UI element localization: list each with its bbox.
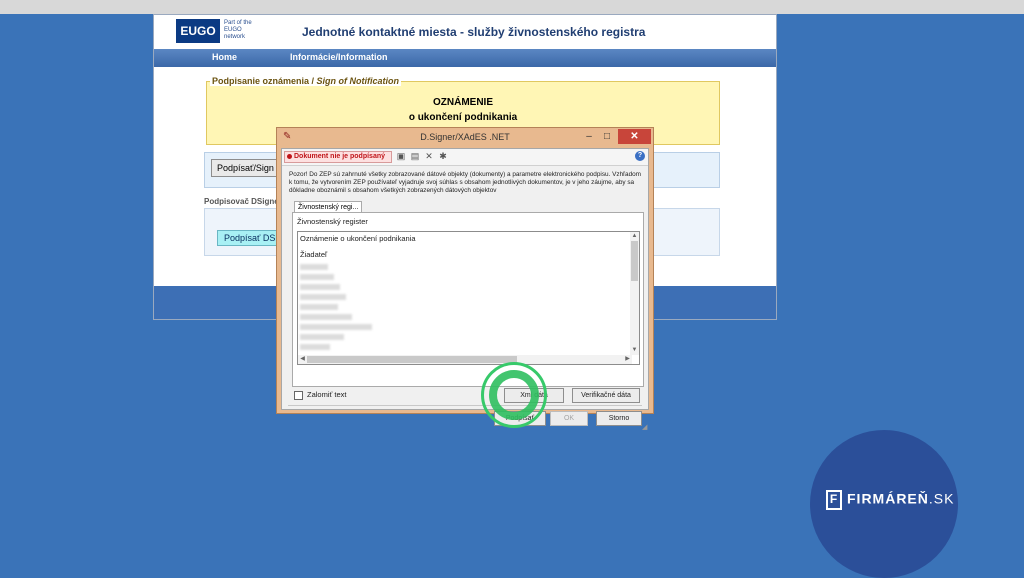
wrap-text-label: Zalomiť text	[307, 390, 347, 399]
nav-home[interactable]: Home	[212, 52, 237, 62]
blurred-text	[300, 274, 334, 280]
blurred-text	[300, 294, 346, 300]
vertical-scrollbar[interactable]: ▲ ▼	[630, 232, 639, 355]
eugo-logo[interactable]: EUGO Part of the EUGO network	[176, 19, 254, 43]
nav-information[interactable]: Informácie/Information	[290, 52, 388, 62]
wrap-text-option[interactable]: Zalomiť text	[294, 390, 347, 400]
page-header: EUGO Part of the EUGO network Jednotné k…	[154, 15, 776, 49]
blurred-text	[300, 284, 340, 290]
delete-icon[interactable]: ✕	[424, 151, 434, 162]
sign-button[interactable]: Podpísať	[494, 411, 546, 426]
unsigned-status-badge: Dokument nie je podpísaný	[284, 151, 392, 163]
scroll-down-icon[interactable]: ▼	[630, 346, 639, 355]
legend-en: Sign of Notification	[316, 76, 400, 86]
dialog-titlebar[interactable]: ✎ D.Signer/XAdES .NET – □ ✕	[277, 128, 653, 147]
minimize-icon[interactable]: –	[580, 130, 598, 144]
content-line: Žiadateľ	[300, 250, 328, 259]
main-navbar: Home Informácie/Information	[154, 49, 776, 67]
sign-button-page[interactable]: Podpísať/Sign	[211, 159, 277, 177]
scroll-left-icon[interactable]: ◀	[298, 355, 307, 364]
legend-sk: Podpisanie oznámenia /	[212, 76, 315, 86]
dialog-body: Dokument nie je podpísaný ▣ ▤ ✕ ✱ ? Pozo…	[281, 148, 649, 431]
notice-title: OZNÁMENIE	[433, 97, 493, 108]
tools-icon[interactable]: ✱	[438, 151, 448, 162]
blurred-text	[300, 304, 338, 310]
site-title: Jednotné kontaktné miesta - služby živno…	[302, 25, 646, 39]
document-content-box[interactable]: Oznámenie o ukončení podnikania Žiadateľ…	[297, 231, 640, 365]
dsigner-sign-button[interactable]: Podpísať DSigner	[217, 230, 283, 246]
help-icon[interactable]: ?	[635, 151, 645, 161]
resize-grip-icon[interactable]: ◢	[642, 423, 647, 431]
brand-suffix: .SK	[928, 490, 955, 507]
scroll-right-icon[interactable]: ▶	[623, 355, 632, 364]
document-icon[interactable]: ▤	[410, 151, 420, 162]
notice-subtitle: o ukončení podnikania	[408, 112, 518, 123]
eugo-logo-caption: Part of the EUGO network	[224, 20, 252, 40]
warning-dot-icon	[287, 154, 292, 159]
cancel-button[interactable]: Storno	[596, 411, 642, 426]
firmaren-logo: F FIRMÁREŇ.SK	[826, 490, 954, 514]
blurred-text	[300, 314, 352, 320]
verification-data-button[interactable]: Verifikačné dáta	[572, 388, 640, 403]
status-text: Dokument nie je podpísaný	[294, 153, 386, 160]
panel-label: Živnostenský register	[297, 217, 368, 226]
ok-button[interactable]: OK	[550, 411, 588, 426]
blurred-text	[300, 324, 372, 330]
brand-name: FIRMÁREŇ	[847, 490, 929, 507]
firmaren-icon: F	[826, 490, 842, 510]
content-line: Oznámenie o ukončení podnikania	[300, 234, 416, 243]
section-legend: Podpisanie oznámenia / Sign of Notificat…	[210, 76, 402, 86]
dsigner-dialog: ✎ D.Signer/XAdES .NET – □ ✕ Dokument nie…	[276, 127, 654, 431]
blurred-text	[300, 344, 330, 350]
blurred-text	[300, 334, 344, 340]
warning-text: Pozor! Do ZEP sú zahrnuté všetky zobrazo…	[289, 171, 641, 195]
xml-data-button[interactable]: Xml dáta	[504, 388, 564, 403]
eugo-logo-box: EUGO	[176, 19, 220, 43]
vertical-scroll-thumb[interactable]	[631, 241, 638, 281]
tab-panel: Živnostenský register Oznámenie o ukonče…	[292, 212, 644, 387]
close-icon[interactable]: ✕	[618, 129, 651, 144]
browser-top-strip	[0, 0, 1024, 14]
maximize-icon[interactable]: □	[598, 130, 616, 144]
wrap-text-checkbox[interactable]	[294, 390, 303, 400]
dialog-toolbar: Dokument nie je podpísaný ▣ ▤ ✕ ✱ ?	[282, 149, 648, 166]
save-icon[interactable]: ▣	[396, 151, 406, 162]
dialog-separator	[288, 405, 642, 406]
dsigner-label: Podpisovač DSigner	[204, 197, 282, 206]
horizontal-scrollbar[interactable]: ◀ ▶	[298, 355, 632, 364]
scroll-up-icon[interactable]: ▲	[630, 232, 639, 241]
horizontal-scroll-thumb[interactable]	[307, 356, 517, 363]
blurred-text	[300, 264, 328, 270]
